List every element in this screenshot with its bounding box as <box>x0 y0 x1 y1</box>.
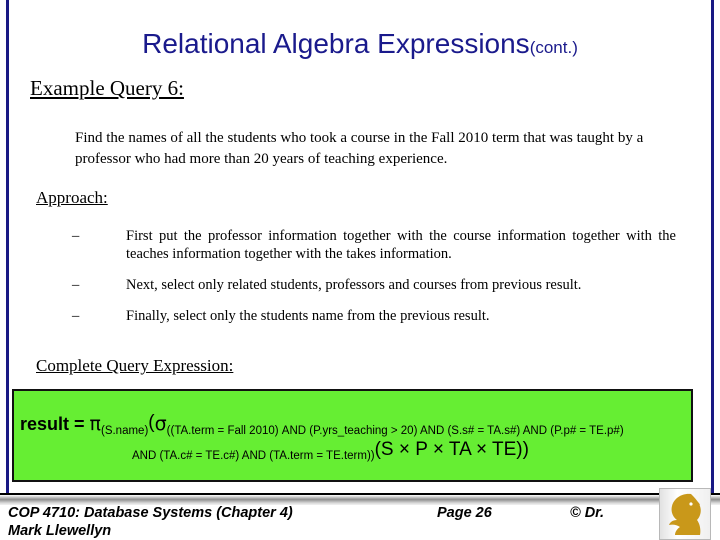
example-query-heading: Example Query 6: <box>30 76 184 100</box>
list-item-text: First put the professor information toge… <box>126 228 676 262</box>
projection-subscript: (S.name) <box>100 425 149 437</box>
query-expression-box: result = π(S.name)(σ((TA.term = Fall 201… <box>12 389 693 482</box>
bullet-dash-icon: – <box>72 308 80 324</box>
footer-course-label: COP 4710: Database Systems (Chapter 4) <box>8 505 293 521</box>
left-edge-rule <box>6 0 9 497</box>
selection-operator-icon: σ <box>154 413 167 435</box>
right-edge-rule <box>711 0 714 497</box>
slide-canvas: Relational Algebra Expressions(cont.) Ex… <box>0 0 720 540</box>
formula-line-2: AND (TA.c# = TE.c#) AND (TA.term = TE.te… <box>132 439 529 462</box>
formula-result-label: result = <box>20 414 90 434</box>
bullet-dash-icon: – <box>72 228 80 244</box>
selection-condition-line-2: AND (TA.c# = TE.c#) AND (TA.term = TE.te… <box>132 450 375 462</box>
complete-query-heading: Complete Query Expression: <box>36 356 234 375</box>
approach-bullet-list: – First put the professor information to… <box>58 227 676 338</box>
formula-line-1: result = π(S.name)(σ((TA.term = Fall 201… <box>20 412 624 437</box>
selection-condition-line-1: ((TA.term = Fall 2010) AND (P.yrs_teachi… <box>166 425 624 437</box>
cartesian-product-expression: (S × P × TA × TE)) <box>374 439 529 460</box>
slide-title-main: Relational Algebra Expressions <box>142 28 530 59</box>
footer-page-number: Page 26 <box>437 505 492 521</box>
slide-title: Relational Algebra Expressions(cont.) <box>0 28 720 60</box>
list-item: – Next, select only related students, pr… <box>58 276 676 294</box>
approach-heading: Approach: <box>36 188 108 207</box>
slide-footer: COP 4710: Database Systems (Chapter 4) M… <box>0 505 720 540</box>
list-item: – Finally, select only the students name… <box>58 307 676 325</box>
ucf-pegasus-logo <box>659 488 711 540</box>
slide-title-continued: (cont.) <box>529 38 578 57</box>
formula-open-paren: ( <box>148 412 155 433</box>
query-description: Find the names of all the students who t… <box>75 130 644 167</box>
list-item-text: Finally, select only the students name f… <box>126 308 490 324</box>
footer-author-label: Mark Llewellyn <box>8 523 112 539</box>
footer-copyright: © Dr. <box>570 505 605 521</box>
list-item: – First put the professor information to… <box>58 227 676 263</box>
list-item-text: Next, select only related students, prof… <box>126 277 582 293</box>
bullet-dash-icon: – <box>72 277 80 293</box>
footer-divider <box>0 493 720 505</box>
projection-operator-icon: π <box>89 413 101 435</box>
